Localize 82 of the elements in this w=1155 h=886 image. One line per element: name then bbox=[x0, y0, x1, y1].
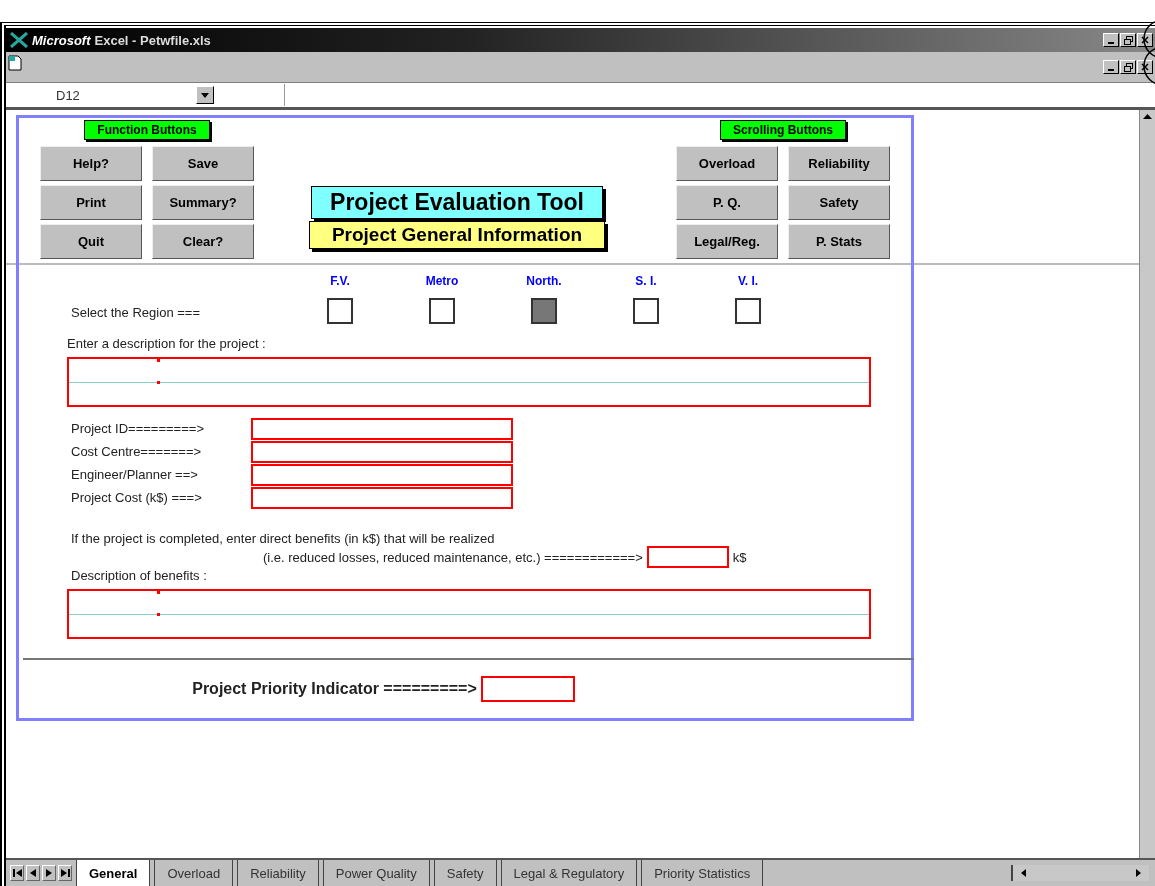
description-field[interactable] bbox=[67, 357, 871, 407]
unit-label: k$ bbox=[732, 549, 747, 565]
sheet-tab[interactable]: General bbox=[76, 860, 151, 886]
restore-icon bbox=[1123, 62, 1133, 72]
region-option-label: Metro bbox=[425, 274, 459, 288]
spreadsheet-app-icon bbox=[10, 32, 28, 48]
caret-icon bbox=[201, 92, 209, 98]
close-button[interactable] bbox=[1137, 33, 1153, 47]
input-field[interactable] bbox=[251, 417, 513, 440]
field-label: Engineer/Planner ==> bbox=[71, 467, 199, 482]
priority-label: Project Priority Indicator =========> bbox=[192, 680, 477, 698]
field-label: Project ID=========> bbox=[71, 421, 205, 436]
priority-field[interactable] bbox=[480, 676, 575, 702]
region-checkbox[interactable] bbox=[735, 298, 761, 324]
region-checkbox[interactable] bbox=[327, 298, 353, 324]
name-box[interactable]: D12 bbox=[6, 87, 196, 103]
benefits-instruction: If the project is completed, enter direct benefits (in k$) that will be realized bbox=[71, 531, 496, 546]
region-option-label: S. I. bbox=[635, 274, 657, 288]
window-title: Excel - Petwfile.xls bbox=[94, 32, 211, 48]
close-icon bbox=[1141, 36, 1149, 44]
function-button[interactable]: Quit bbox=[40, 224, 142, 259]
region-label: Select the Region === bbox=[71, 305, 201, 320]
restore-button[interactable] bbox=[1120, 33, 1136, 47]
scrolling-button[interactable]: P. Stats bbox=[788, 224, 890, 259]
benefits-description-label: Description of benefits : bbox=[71, 568, 208, 583]
input-field[interactable] bbox=[251, 463, 513, 486]
horizontal-scrollbar[interactable] bbox=[1011, 865, 1149, 881]
region-option-label: V. I. bbox=[737, 274, 759, 288]
function-button[interactable]: Print bbox=[40, 185, 142, 220]
previous-sheet-button[interactable] bbox=[26, 865, 40, 881]
scroll-right-icon[interactable] bbox=[1136, 869, 1141, 877]
input-field[interactable] bbox=[251, 440, 513, 463]
last-sheet-button[interactable] bbox=[58, 865, 72, 881]
sheet-tab[interactable]: Power Quality bbox=[322, 860, 430, 886]
restore-icon bbox=[1123, 35, 1133, 45]
vertical-scrollbar[interactable] bbox=[1139, 110, 1155, 858]
first-sheet-button[interactable] bbox=[10, 865, 24, 881]
left-arrow-icon bbox=[30, 869, 36, 877]
function-button[interactable]: Summary? bbox=[152, 185, 254, 220]
minimize-button[interactable] bbox=[1103, 33, 1119, 47]
scroll-left-icon[interactable] bbox=[1021, 869, 1026, 877]
sheet-tab[interactable]: Priority Statistics bbox=[641, 860, 764, 886]
window-brand: Microsoft bbox=[32, 32, 91, 48]
region-checkbox[interactable] bbox=[633, 298, 659, 324]
field-label: Project Cost (k$) ===> bbox=[71, 490, 203, 505]
description-label: Enter a description for the project : bbox=[67, 336, 267, 351]
document-icon bbox=[8, 55, 22, 71]
region-checkbox[interactable] bbox=[531, 298, 557, 324]
region-option-label: F.V. bbox=[330, 274, 350, 288]
last-arrow-icon bbox=[60, 869, 70, 877]
function-buttons-label: Function Buttons bbox=[84, 120, 210, 140]
function-button[interactable]: Help? bbox=[40, 146, 142, 181]
region-option-label: North. bbox=[526, 274, 562, 288]
field-label: Cost Centre=======> bbox=[71, 444, 203, 459]
form-subtitle: Project General Information bbox=[308, 221, 606, 249]
minimize-button[interactable] bbox=[1103, 60, 1119, 74]
name-box-dropdown[interactable] bbox=[196, 86, 214, 104]
function-button[interactable]: Save bbox=[152, 146, 254, 181]
scroll-up-icon[interactable] bbox=[1143, 114, 1152, 119]
sheet-tab[interactable]: Reliability bbox=[237, 860, 319, 886]
close-icon bbox=[1141, 63, 1149, 71]
scrolling-button[interactable]: Safety bbox=[788, 185, 890, 220]
restore-button[interactable] bbox=[1120, 60, 1136, 74]
benefits-field[interactable] bbox=[646, 546, 729, 568]
scrolling-button[interactable]: Legal/Reg. bbox=[676, 224, 778, 259]
input-field[interactable] bbox=[251, 486, 513, 509]
first-arrow-icon bbox=[12, 869, 22, 877]
function-button[interactable]: Clear? bbox=[152, 224, 254, 259]
form-title: Project Evaluation Tool bbox=[311, 186, 603, 219]
scrolling-button[interactable]: P. Q. bbox=[676, 185, 778, 220]
benefits-description-field[interactable] bbox=[67, 589, 871, 639]
benefits-instruction: (i.e. reduced losses, reduced maintenance, etc.) ============> bbox=[263, 549, 643, 565]
right-arrow-icon bbox=[46, 869, 52, 877]
close-button[interactable] bbox=[1137, 60, 1153, 74]
sheet-tab[interactable]: Legal & Regulatory bbox=[500, 860, 638, 886]
scrolling-button[interactable]: Reliability bbox=[788, 146, 890, 181]
scrolling-buttons-label: Scrolling Buttons bbox=[720, 120, 846, 140]
next-sheet-button[interactable] bbox=[42, 865, 56, 881]
region-checkbox[interactable] bbox=[429, 298, 455, 324]
sheet-tab[interactable]: Safety bbox=[433, 860, 497, 886]
sheet-tab[interactable]: Overload bbox=[154, 860, 234, 886]
scrolling-button[interactable]: Overload bbox=[676, 146, 778, 181]
